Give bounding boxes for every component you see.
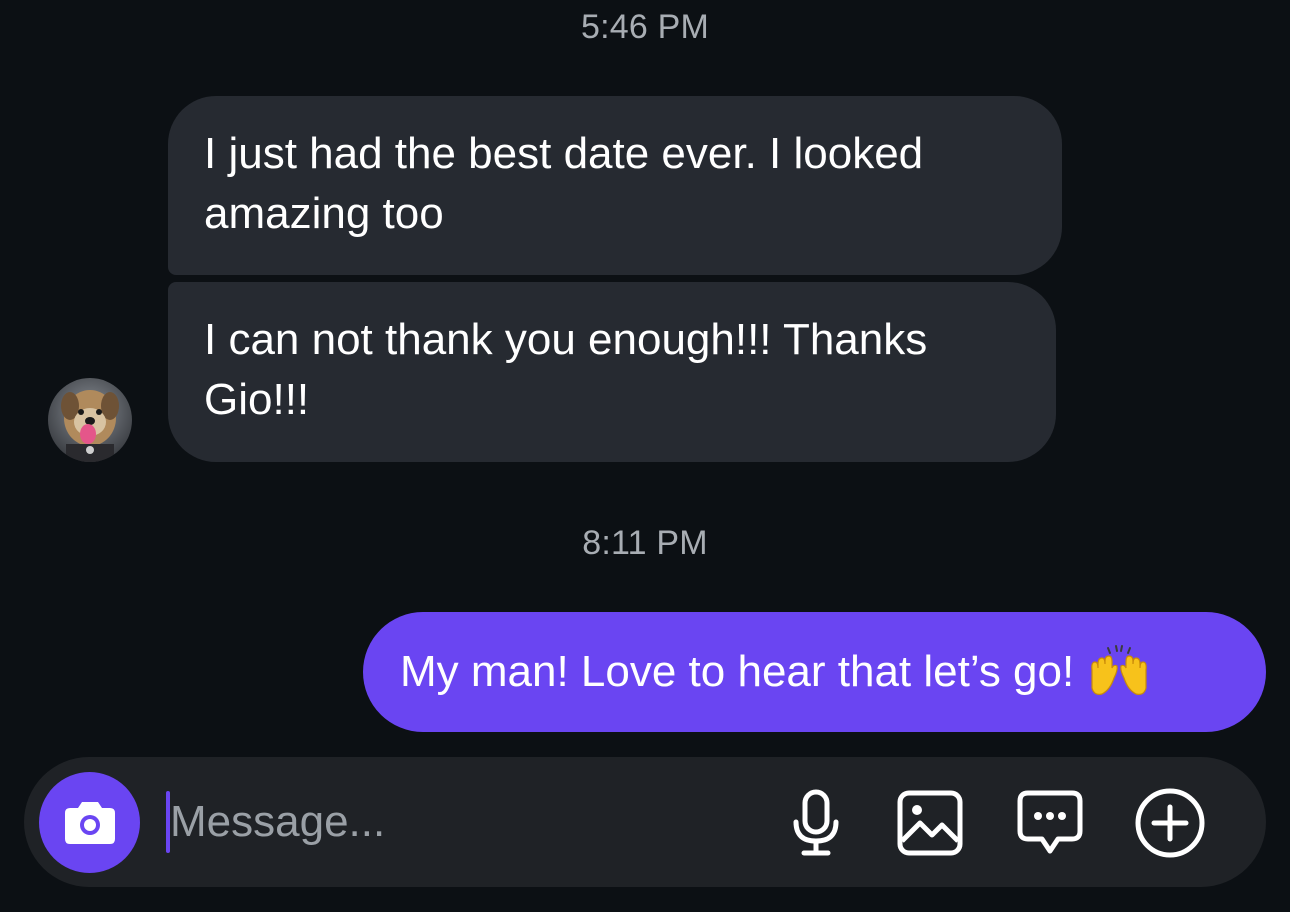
message-text: My man! Love to hear that let’s go!: [400, 647, 1075, 696]
chat-screen: 5:46 PM I just had the best date ever. I…: [0, 0, 1290, 912]
message-composer: [24, 757, 1266, 887]
incoming-message[interactable]: I just had the best date ever. I looked …: [168, 96, 1062, 275]
message-text: I just had the best date ever. I looked …: [204, 129, 924, 238]
message-text: I can not thank you enough!!! Thanks Gio…: [204, 315, 928, 424]
incoming-message[interactable]: I can not thank you enough!!! Thanks Gio…: [168, 282, 1056, 462]
sticker-icon: [1017, 790, 1083, 854]
microphone-button[interactable]: [780, 787, 852, 859]
microphone-icon: [793, 789, 839, 856]
dog-avatar-icon: [48, 378, 132, 462]
plus-icon: [1135, 788, 1205, 858]
add-button[interactable]: [1134, 787, 1206, 859]
outgoing-message[interactable]: My man! Love to hear that let’s go!: [363, 612, 1266, 732]
gallery-button[interactable]: [894, 787, 966, 859]
camera-button[interactable]: [39, 772, 140, 873]
avatar[interactable]: [48, 378, 132, 462]
timestamp: 8:11 PM: [582, 524, 708, 562]
raising-hands-emoji-icon: [1086, 644, 1152, 700]
sticker-button[interactable]: [1014, 787, 1086, 859]
timestamp: 5:46 PM: [580, 8, 710, 46]
gallery-icon: [897, 790, 963, 856]
message-input[interactable]: [170, 787, 730, 857]
camera-icon: [64, 801, 115, 844]
